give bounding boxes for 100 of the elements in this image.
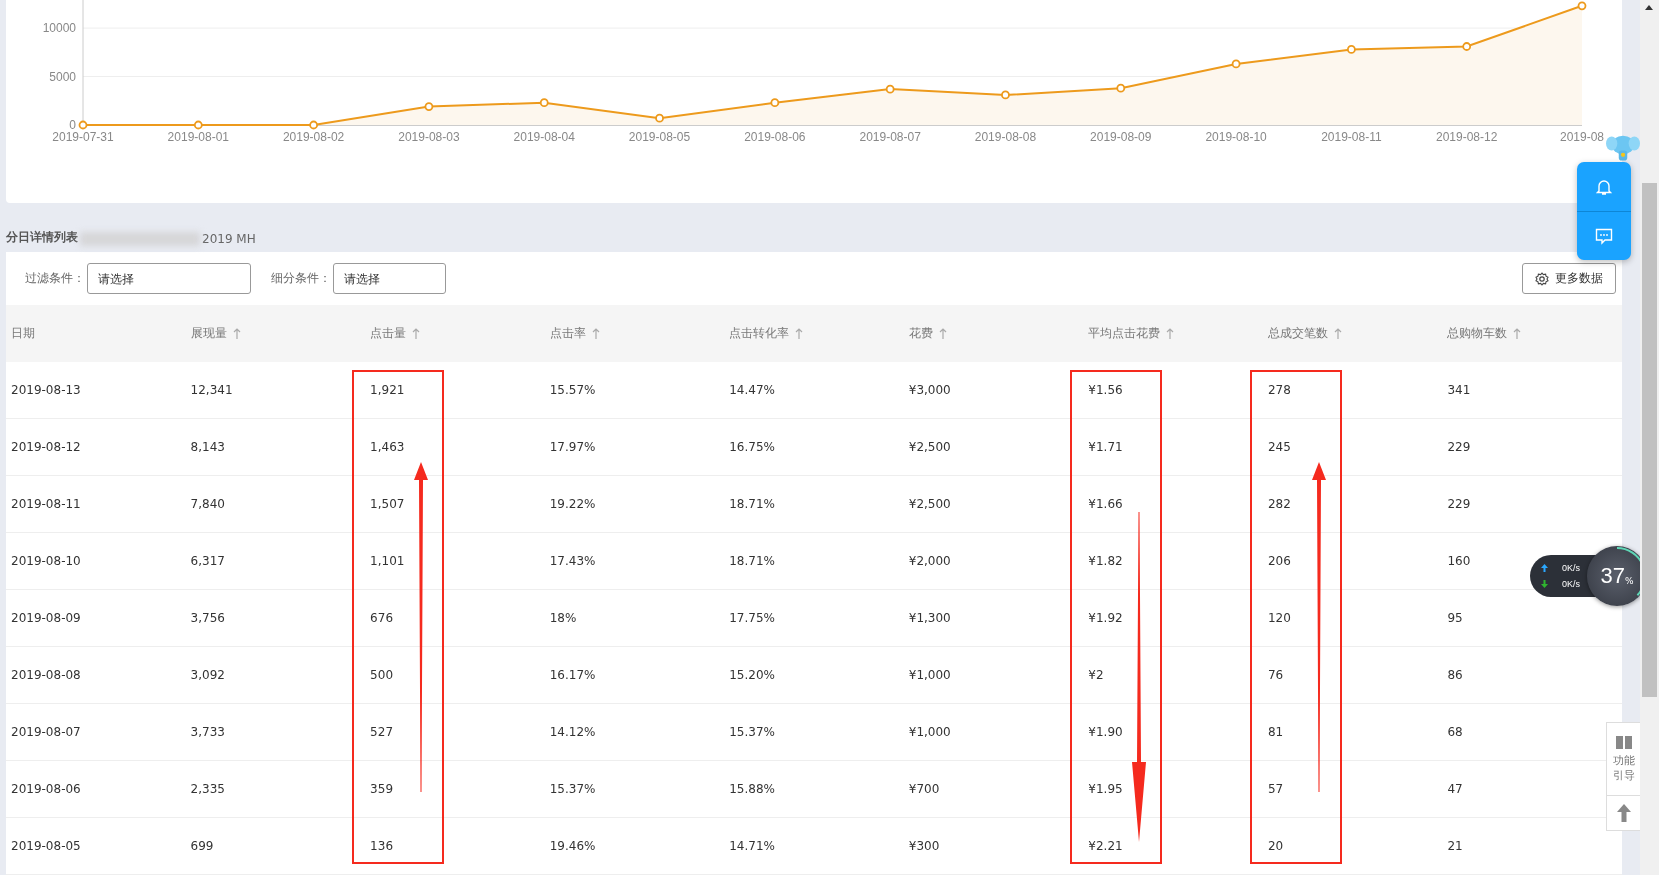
table-cell: 2019-08-11 [11,497,81,511]
sort-arrow-icon[interactable] [412,328,421,339]
table-cell: 15.57% [549,383,596,397]
table-cell: 47 [1447,782,1463,796]
bell-icon [1596,177,1612,196]
table-cell: ¥1,000 [908,725,951,739]
table-cell: 2019-08-09 [11,611,81,625]
x-tick-label: 2019-08-12 [1436,130,1498,144]
table-cell: 17.43% [549,554,596,568]
column-header[interactable]: 花费 [908,325,933,342]
y-tick-label: 5000 [49,69,76,84]
sort-arrow-icon[interactable] [938,328,947,339]
column-header[interactable]: 展现量 [190,325,227,342]
data-point [770,98,780,108]
data-point [1231,59,1241,69]
table-cell: 19.22% [549,497,596,511]
column-header[interactable]: 点击率 [549,325,586,342]
select-field[interactable]: 请选择 [333,263,446,294]
table-cell: 6,317 [190,554,225,568]
table-cell: 206 [1267,554,1291,568]
column-header[interactable]: 总购物车数 [1447,325,1508,342]
sort-arrow-icon[interactable] [591,328,600,339]
percent-unit: % [1624,576,1634,586]
table-cell: 527 [370,725,393,739]
scrollbar-thumb[interactable] [1642,183,1657,697]
table-cell: ¥3,000 [908,383,951,397]
book-icon [1615,734,1633,750]
column-header[interactable]: 点击量 [370,325,407,342]
table-cell: 18.71% [729,497,775,511]
table-cell: ¥1.71 [1088,440,1123,454]
scroll-up-icon[interactable] [1645,5,1653,10]
table-cell: ¥700 [908,782,940,796]
column-header[interactable]: 总成交笔数 [1267,325,1328,342]
table-cell: ¥1,000 [908,668,951,682]
table-cell: 18% [549,611,577,625]
x-tick-label: 2019-08-07 [859,130,921,144]
select-field[interactable]: 请选择 [87,263,251,294]
table-cell: 17.75% [729,611,775,625]
table-cell: ¥1,300 [908,611,951,625]
table-cell: ¥1.56 [1088,383,1123,397]
table-cell: 15.88% [729,782,775,796]
table-cell: 76 [1267,668,1284,682]
table-cell: 1,507 [370,497,405,511]
table-cell: ¥2.21 [1088,839,1123,853]
table-cell: ¥1.82 [1088,554,1123,568]
table-cell: 8,143 [190,440,225,454]
table-cell: 229 [1447,497,1471,511]
table-cell: 2,335 [190,782,225,796]
table-cell: 3,092 [190,668,225,682]
table-cell: 2019-08-08 [11,668,81,682]
sort-arrow-icon[interactable] [1166,328,1175,339]
x-tick-label: 2019-08-06 [744,130,806,144]
data-point [1116,83,1126,93]
sort-arrow-icon[interactable] [232,328,241,339]
data-point [1347,45,1356,54]
table-cell: ¥1.66 [1088,497,1123,511]
table-cell: 282 [1267,497,1291,511]
table-cell: 2019-08-12 [11,440,81,454]
sort-arrow-icon[interactable] [1333,328,1342,339]
section-title: 分日详情列表 [6,229,78,246]
table-cell: 278 [1267,383,1291,397]
table-cell: 120 [1267,611,1291,625]
data-point [78,120,88,130]
table-cell: 500 [370,668,393,682]
settings-icon [1535,271,1549,286]
table-cell: ¥2 [1088,668,1104,682]
table-cell: 15.37% [549,782,596,796]
table-cell: 676 [370,611,393,625]
table-cell: 15.20% [729,668,775,682]
x-tick-label: 2019-08-08 [974,130,1037,144]
x-tick-label: 2019-08-05 [628,130,691,144]
data-point [193,120,203,130]
column-header[interactable]: 日期 [11,325,35,342]
filter-label: 细分条件： [271,270,331,287]
data-point [309,120,318,130]
sort-arrow-icon[interactable] [795,328,804,339]
table-cell: 2019-08-10 [11,554,81,568]
column-header[interactable]: 平均点击花费 [1088,325,1161,342]
table-cell: ¥2,500 [908,440,951,454]
table-cell: 136 [370,839,393,853]
filter-label: 过滤条件： [25,270,85,287]
x-tick-label: 2019-08-10 [1205,130,1267,144]
table-cell: 1,463 [370,440,405,454]
table-cell: 14.71% [729,839,775,853]
table-cell: ¥300 [908,839,940,853]
table-cell: 2019-08-06 [11,782,81,796]
table-cell: 3,756 [190,611,225,625]
upload-speed: 0K/s [1562,563,1580,573]
sort-arrow-icon[interactable] [1513,328,1522,339]
data-point [539,98,549,108]
download-arrow-icon [1541,580,1548,588]
column-header[interactable]: 点击转化率 [729,325,790,342]
up-arrow-icon [1617,804,1631,822]
table-cell: 95 [1447,611,1463,625]
table-cell: 2019-08-13 [11,383,81,397]
table-cell: 245 [1267,440,1291,454]
table-cell: 359 [370,782,393,796]
table-cell: ¥1.92 [1088,611,1123,625]
table-cell: 57 [1267,782,1284,796]
more-data-button[interactable]: 更多数据 [1522,263,1616,294]
